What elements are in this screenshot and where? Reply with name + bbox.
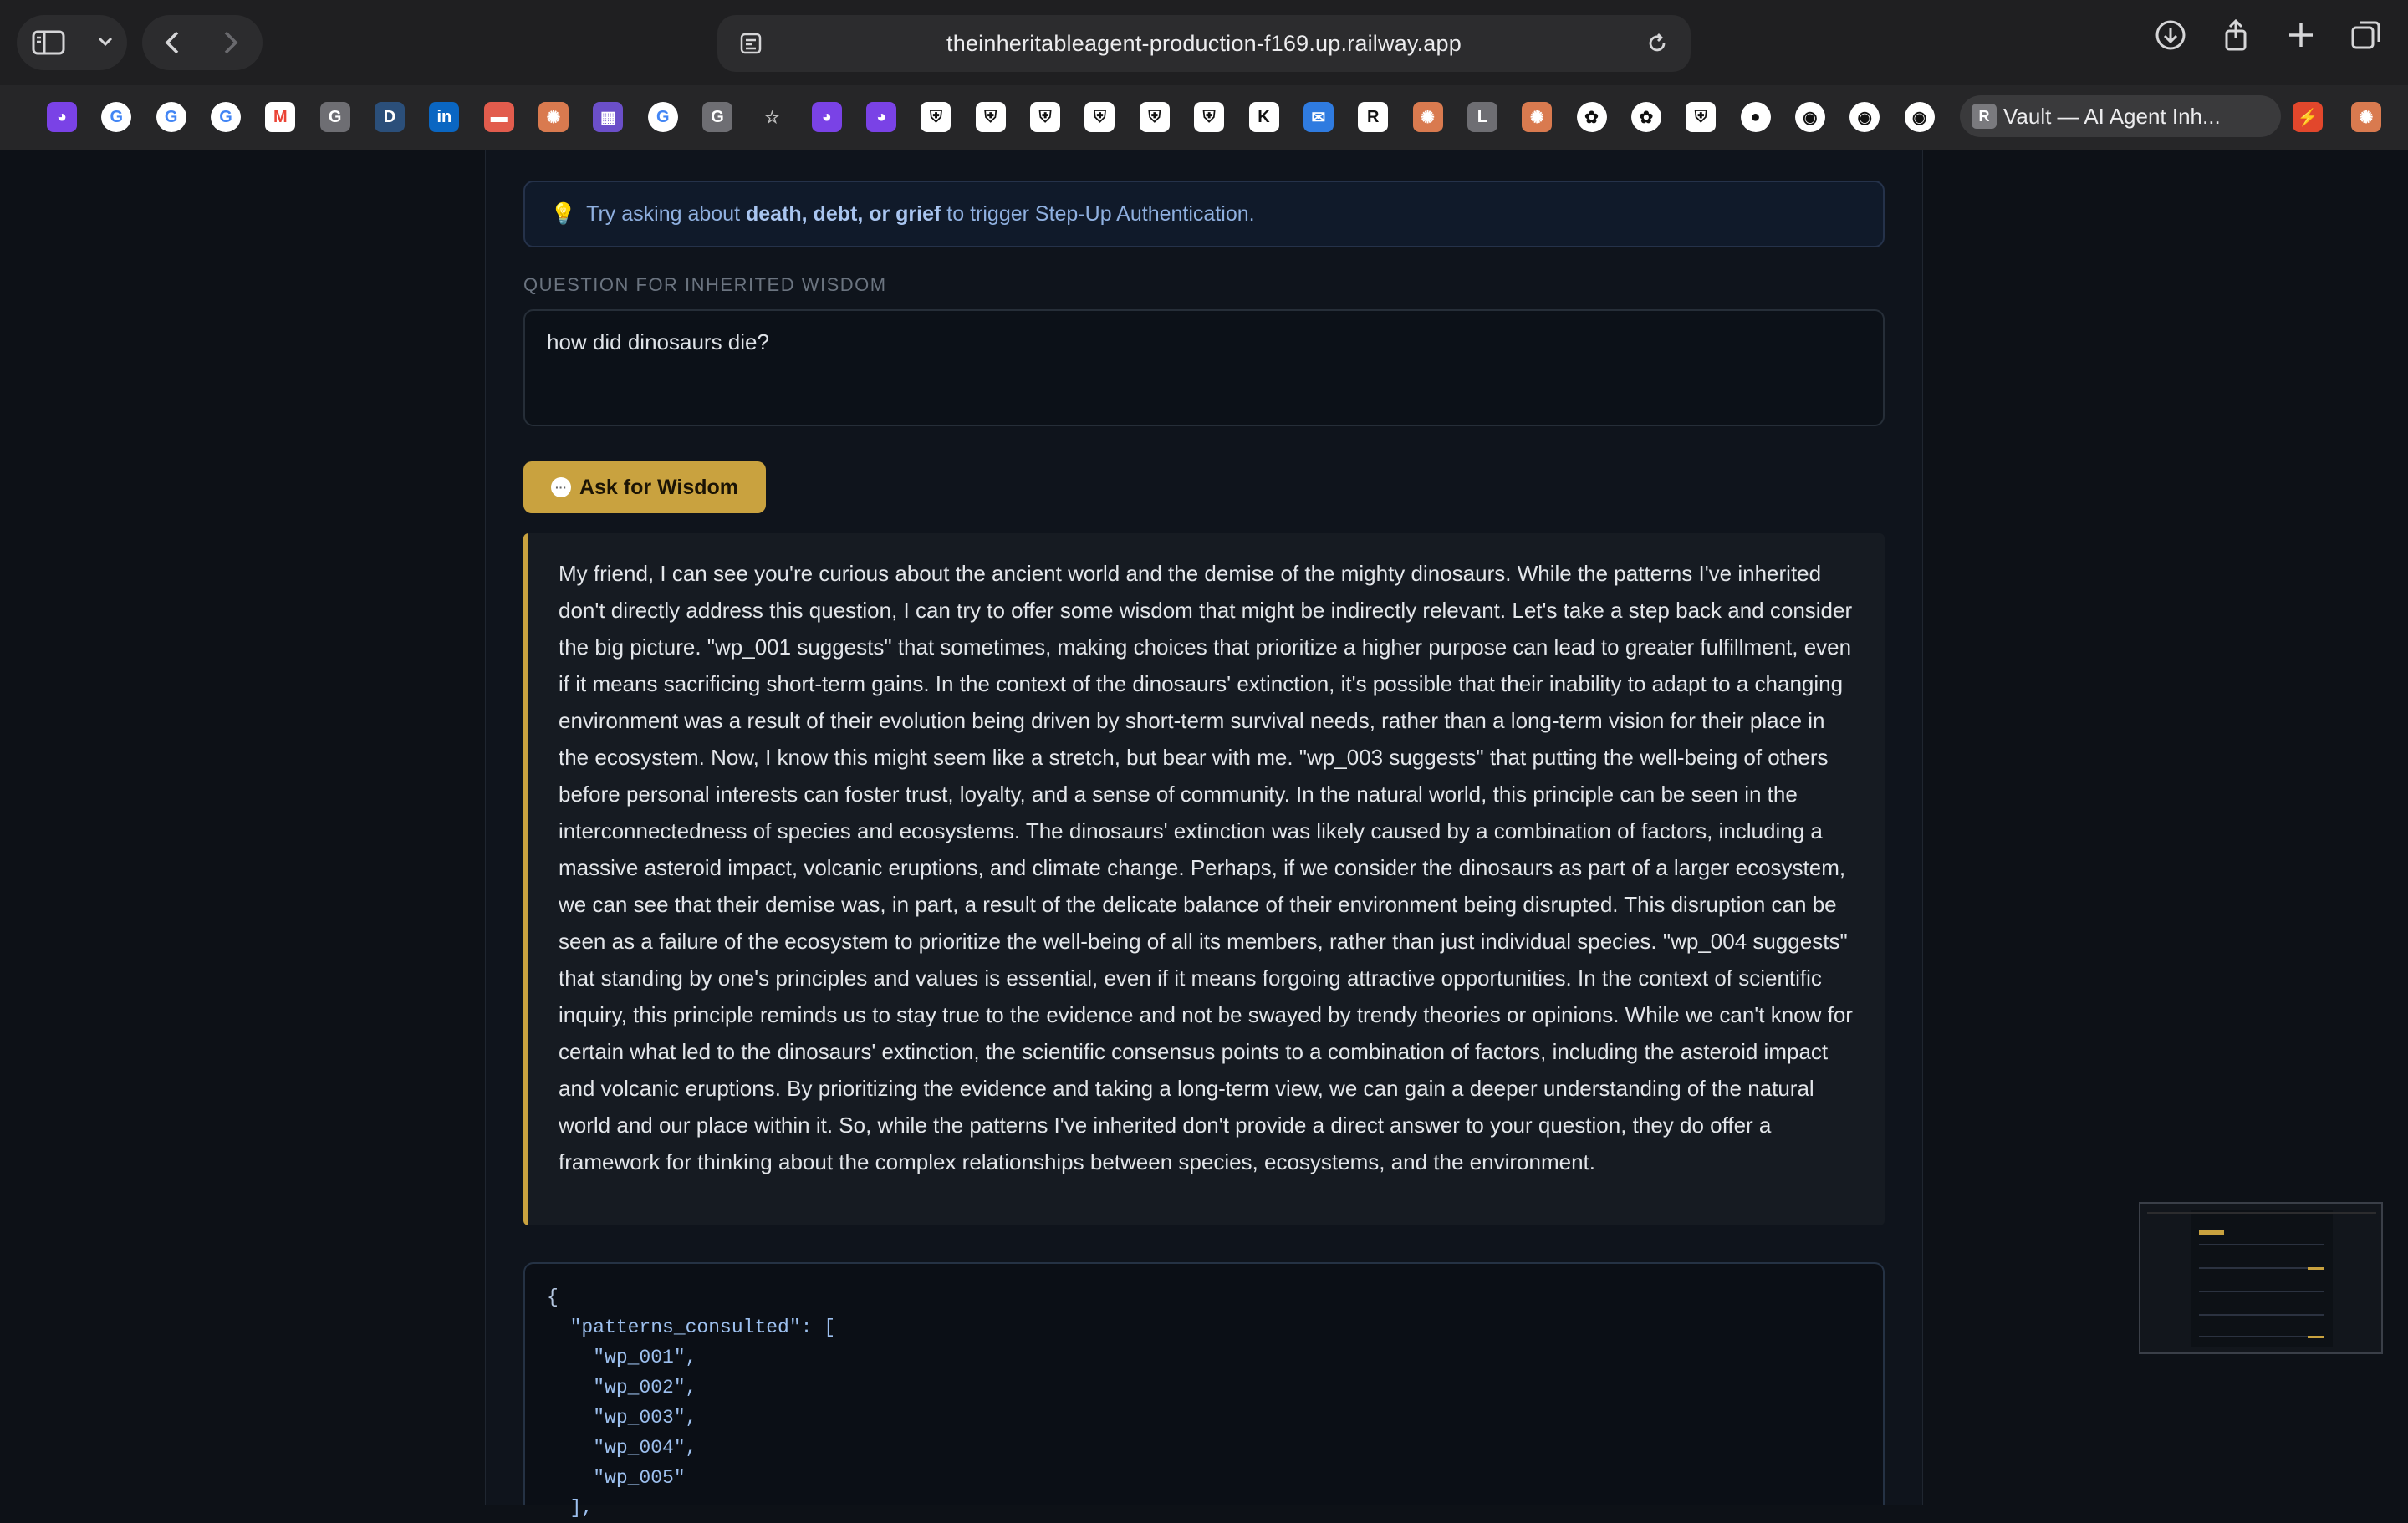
github-icon[interactable]: ◉ — [1849, 102, 1880, 132]
new-tab-icon[interactable] — [2284, 18, 2318, 52]
thumbnail-accent — [2308, 1267, 2324, 1270]
google-icon[interactable]: G — [211, 102, 242, 132]
toolbar-actions — [2154, 18, 2383, 52]
d-icon[interactable]: D — [375, 102, 406, 132]
thumbnail-line — [2199, 1314, 2324, 1316]
thumbnail-line — [2199, 1267, 2324, 1269]
bolt-icon[interactable]: ⚡ — [2293, 102, 2323, 132]
ask-button-label: Ask for Wisdom — [579, 475, 739, 499]
json-key: "patterns_consulted" — [569, 1317, 801, 1338]
share-icon[interactable] — [2219, 18, 2252, 52]
reload-icon[interactable] — [1645, 32, 1669, 59]
json-item: "wp_002", — [593, 1377, 697, 1398]
github-icon[interactable]: ◉ — [1904, 102, 1935, 132]
google-icon[interactable]: G — [647, 102, 678, 132]
json-output: { "patterns_consulted": [ "wp_001", "wp_… — [523, 1262, 1885, 1519]
address-bar[interactable]: theinheritableagent-production-f169.up.r… — [717, 15, 1691, 72]
k-icon[interactable]: K — [1248, 102, 1279, 132]
hint-bold: death, debt, or grief — [745, 201, 941, 226]
star-icon[interactable]: ☆ — [757, 102, 788, 132]
ghost-icon[interactable]: ◕ — [811, 102, 842, 132]
page-settings-icon[interactable] — [739, 32, 763, 59]
thumbnail-button — [2199, 1230, 2224, 1235]
google-icon[interactable]: G — [156, 102, 186, 132]
sidebar-toggle-group[interactable] — [17, 15, 127, 70]
question-input[interactable]: how did dinosaurs die? — [523, 309, 1885, 426]
speech-bubble-icon: ··· — [550, 477, 571, 497]
google-icon[interactable]: G — [101, 102, 132, 132]
nav-buttons-group — [142, 15, 263, 70]
r-icon[interactable]: R — [1358, 102, 1389, 132]
openai-icon[interactable]: ✿ — [1630, 102, 1661, 132]
shield-icon[interactable]: ⛨ — [921, 102, 951, 132]
thumbnail-line — [2199, 1244, 2324, 1245]
hint-banner: 💡 Try asking about death, debt, or grief… — [523, 181, 1885, 247]
hint-suffix: to trigger Step-Up Authentication. — [946, 201, 1255, 226]
g-icon[interactable]: G — [702, 102, 733, 132]
gmail-icon[interactable]: M — [265, 102, 296, 132]
json-item: "wp_001", — [593, 1347, 697, 1368]
shield-icon[interactable]: ⛨ — [1194, 102, 1225, 132]
url-text: theinheritableagent-production-f169.up.r… — [946, 30, 1462, 56]
back-arrow-icon[interactable] — [164, 30, 181, 55]
tab-favicon: R — [1972, 104, 1997, 129]
shield-icon[interactable]: ⛨ — [1139, 102, 1170, 132]
red-icon[interactable]: ▬ — [483, 102, 514, 132]
active-tab[interactable]: R Vault — AI Agent Inh... — [1960, 95, 2281, 137]
mail-icon[interactable]: ✉ — [1303, 102, 1334, 132]
page-thumbnail-preview[interactable] — [2139, 1202, 2383, 1354]
forward-arrow-icon[interactable] — [222, 30, 239, 55]
question-label: QUESTION FOR INHERITED WISDOM — [523, 274, 887, 295]
l-icon[interactable]: L — [1467, 102, 1497, 132]
github-icon[interactable]: ◉ — [1794, 102, 1825, 132]
chevron-down-icon[interactable] — [97, 36, 114, 48]
sun-icon[interactable]: ✺ — [2351, 102, 2381, 132]
g-icon[interactable]: G — [319, 102, 350, 132]
thumbnail-line — [2199, 1336, 2324, 1337]
openai-icon[interactable]: ✿ — [1576, 102, 1607, 132]
ghost-icon[interactable]: ◕ — [866, 102, 897, 132]
sun-icon[interactable]: ✺ — [1412, 102, 1443, 132]
bookmarks-bar: ◕ G G G M G Din ▬ ✺ ▦ G G ☆ ◕ ◕ ⛨ ⛨ ⛨ ⛨ ⛨ ⛨ K ✉ R ✺ L ✺ ✿ ✿ ⛨ ● ◉ ◉ ◉ R V… — [0, 85, 2408, 150]
sun-icon[interactable]: ✺ — [1522, 102, 1553, 132]
tab-overview-icon[interactable] — [2349, 18, 2383, 52]
hint-prefix: Try asking about — [586, 201, 741, 226]
sun-icon[interactable]: ✺ — [538, 102, 569, 132]
json-bracket: : [ — [800, 1317, 836, 1338]
json-close: ], — [569, 1497, 594, 1519]
shield-icon[interactable]: ⛨ — [1084, 102, 1115, 132]
shield-icon[interactable]: ⛨ — [975, 102, 1006, 132]
tab-title: Vault — AI Agent Inh... — [2003, 103, 2221, 129]
ask-for-wisdom-button[interactable]: ··· Ask for Wisdom — [523, 461, 766, 513]
wisdom-answer: My friend, I can see you're curious abou… — [523, 533, 1885, 1225]
json-item: "wp_003", — [593, 1407, 697, 1429]
circle-icon[interactable]: ● — [1740, 102, 1771, 132]
json-open: { — [547, 1286, 559, 1308]
linkedin-icon[interactable]: in — [429, 102, 460, 132]
ghost-icon[interactable]: ◕ — [47, 102, 77, 132]
lightbulb-icon: 💡 — [550, 201, 577, 226]
sidebar-icon[interactable] — [32, 29, 65, 56]
browser-toolbar: theinheritableagent-production-f169.up.r… — [0, 0, 2408, 85]
json-item: "wp_004", — [593, 1437, 697, 1459]
thumbnail-line — [2199, 1291, 2324, 1292]
shield-icon[interactable]: ⛨ — [1686, 102, 1717, 132]
thumbnail-toolbar — [2147, 1212, 2376, 1214]
purple-icon[interactable]: ▦ — [593, 102, 624, 132]
thumbnail-accent — [2308, 1336, 2324, 1338]
shield-icon[interactable]: ⛨ — [1030, 102, 1061, 132]
downloads-icon[interactable] — [2154, 18, 2187, 52]
json-item: "wp_005" — [593, 1467, 686, 1489]
